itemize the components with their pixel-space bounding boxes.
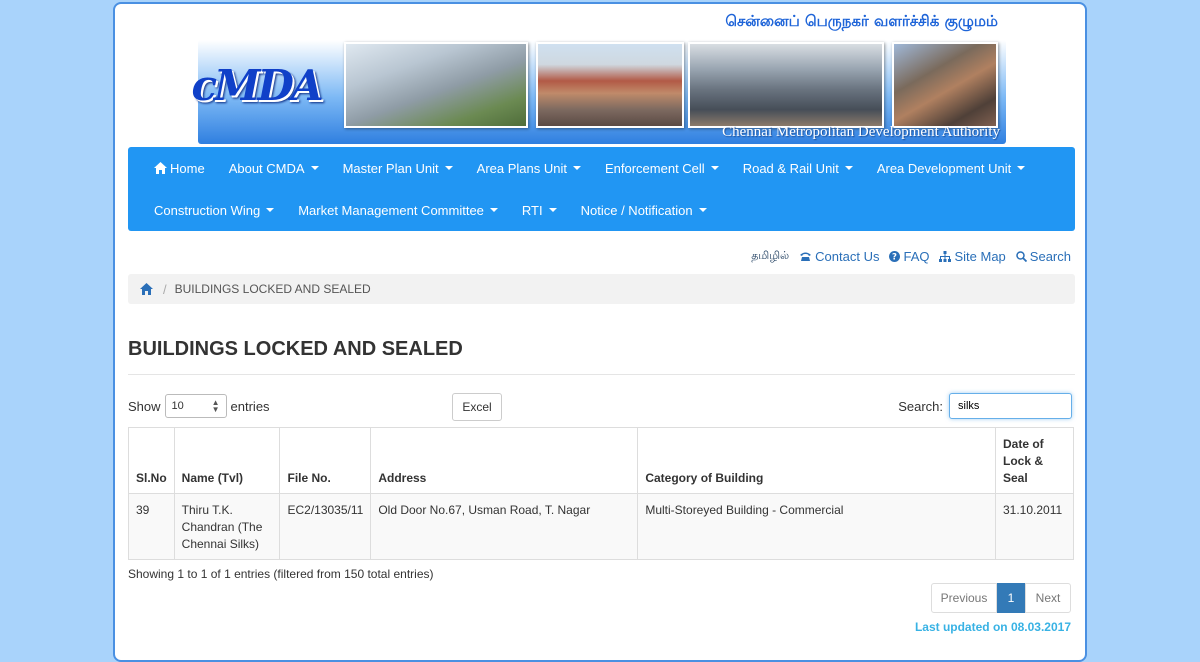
header-name[interactable]: Name (Tvl) (173, 427, 281, 494)
nav-item-label: Market Management Committee (298, 202, 484, 218)
table-search-label: Search: (898, 398, 943, 414)
main-navbar: Home About CMDA Master Plan Unit Area Plans… (128, 147, 1075, 231)
header-address[interactable]: Address (370, 427, 639, 494)
entries-label: entries (230, 398, 270, 414)
logo-text: cMDA (191, 60, 323, 110)
cell-slno: 39 (128, 493, 175, 560)
utility-links: தமிழில் Contact Us ? FAQ Site Map Search (741, 249, 1071, 264)
show-label: Show (128, 398, 161, 414)
pagination: Previous 1 Next (931, 583, 1071, 613)
header-date[interactable]: Date of Lock & Seal (995, 427, 1074, 494)
nav-item-area-development-unit[interactable]: Area Development Unit (876, 160, 1026, 176)
header-category[interactable]: Category of Building (637, 427, 996, 494)
nav-item-rti[interactable]: RTI (522, 203, 557, 218)
search-link[interactable]: Search (1016, 249, 1071, 264)
page-container: சென்னைப் பெருநகர் வளர்ச்சிக் குழுமம் cMD… (113, 2, 1087, 662)
contact-link[interactable]: Contact Us (799, 249, 879, 264)
nav-item-label: Area Plans Unit (476, 160, 567, 176)
caret-down-icon (548, 208, 557, 212)
nav-item-master-plan-unit[interactable]: Master Plan Unit (343, 161, 453, 176)
banner-photo-terminal (688, 42, 884, 128)
page-1-button[interactable]: 1 (997, 583, 1025, 613)
next-page-button[interactable]: Next (1025, 583, 1071, 613)
last-updated: Last updated on 08.03.2017 (914, 620, 1071, 634)
nav-item-area-plans-unit[interactable]: Area Plans Unit (477, 161, 581, 176)
nav-item-construction-wing[interactable]: Construction Wing (154, 202, 275, 218)
cell-category: Multi-Storeyed Building - Commercial (637, 493, 996, 560)
cell-file-no: EC2/13035/11 (279, 493, 372, 560)
caret-down-icon (572, 166, 581, 170)
nav-item-label: Notice / Notification (580, 202, 693, 218)
nav-item-label: Master Plan Unit (342, 160, 439, 176)
svg-text:?: ? (893, 253, 898, 262)
home-icon (154, 162, 167, 174)
nav-item-label: About CMDA (228, 160, 305, 176)
nav-item-about-cmda[interactable]: About CMDA (229, 161, 319, 176)
nav-item-market-management-committee[interactable]: Market Management Committee (298, 203, 498, 218)
nav-item-enforcement-cell[interactable]: Enforcement Cell (605, 161, 719, 176)
faq-label: FAQ (903, 249, 930, 264)
caret-down-icon (1017, 166, 1026, 170)
table-info: Showing 1 to 1 of 1 entries (filtered fr… (128, 567, 434, 581)
cmda-logo[interactable]: cMDA (191, 44, 323, 126)
breadcrumb-separator: / (163, 281, 167, 297)
cell-date: 31.10.2011 (995, 493, 1074, 560)
banner-strip: cMDA Chennai Metropolitan Development Au… (191, 40, 1006, 144)
entries-length-control: Show 10 ▲ ▼ entries (128, 394, 270, 418)
faq-link[interactable]: ? FAQ (889, 249, 929, 264)
table-search-input[interactable] (949, 393, 1072, 419)
nav-item-label: RTI (521, 202, 543, 218)
caret-down-icon (444, 166, 453, 170)
nav-item-road-rail-unit[interactable]: Road & Rail Unit (743, 161, 853, 176)
nav-item-label: Home (170, 160, 205, 176)
select-arrows-icon: ▲ ▼ (211, 398, 220, 414)
table-row: 39 Thiru T.K. Chandran (The Chennai Silk… (128, 493, 1074, 560)
caret-down-icon (489, 208, 498, 212)
tamil-language-link[interactable]: தமிழில் (751, 249, 789, 264)
cell-address: Old Door No.67, Usman Road, T. Nagar (370, 493, 639, 560)
site-banner: சென்னைப் பெருநகர் வளர்ச்சிக் குழுமம் cMD… (191, 10, 1006, 144)
nav-row-2: Construction Wing Market Management Commi… (128, 189, 1075, 231)
header-slno[interactable]: Sl.No (128, 427, 175, 494)
previous-page-button[interactable]: Previous (931, 583, 997, 613)
header-file-no[interactable]: File No. (279, 427, 372, 494)
banner-photo-flyover (892, 42, 998, 128)
entries-select[interactable]: 10 ▲ ▼ (164, 394, 227, 418)
cell-name: Thiru T.K. Chandran (The Chennai Silks) (173, 493, 281, 560)
search-icon (1016, 251, 1027, 262)
breadcrumb: / BUILDINGS LOCKED AND SEALED (128, 274, 1075, 304)
caret-down-icon (710, 166, 719, 170)
banner-photo-buildings (344, 42, 528, 128)
excel-export-button[interactable]: Excel (452, 393, 502, 421)
table-search: Search: (898, 393, 1072, 419)
home-icon[interactable] (140, 283, 153, 295)
nav-row-1: Home About CMDA Master Plan Unit Area Plans… (128, 147, 1075, 189)
breadcrumb-current: BUILDINGS LOCKED AND SEALED (174, 282, 371, 296)
sitemap-link[interactable]: Site Map (939, 249, 1006, 264)
caret-down-icon (310, 166, 319, 170)
caret-down-icon (698, 208, 707, 212)
search-label: Search (1029, 249, 1071, 264)
nav-item-label: Construction Wing (154, 202, 261, 218)
banner-photo-station (536, 42, 684, 128)
caret-down-icon (266, 208, 275, 212)
nav-item-label: Road & Rail Unit (742, 160, 839, 176)
caret-down-icon (844, 166, 853, 170)
buildings-table: Sl.No Name (Tvl) File No. Address Catego… (128, 427, 1074, 560)
banner-english-title: Chennai Metropolitan Development Authori… (722, 124, 1000, 140)
nav-item-notice-notification[interactable]: Notice / Notification (581, 203, 707, 218)
title-divider (128, 374, 1075, 375)
table-header-row: Sl.No Name (Tvl) File No. Address Catego… (128, 427, 1074, 494)
sitemap-icon (939, 251, 952, 262)
nav-item-home[interactable]: Home (154, 161, 205, 176)
nav-item-label: Enforcement Cell (604, 160, 705, 176)
sitemap-label: Site Map (954, 249, 1006, 264)
page-title: BUILDINGS LOCKED AND SEALED (128, 338, 463, 360)
phone-icon (800, 252, 812, 261)
question-circle-icon: ? (889, 251, 901, 262)
banner-tamil-title: சென்னைப் பெருநகர் வளர்ச்சிக் குழுமம் (725, 12, 998, 30)
nav-item-label: Area Development Unit (876, 160, 1012, 176)
entries-select-value: 10 (171, 400, 184, 412)
contact-label: Contact Us (815, 249, 880, 264)
